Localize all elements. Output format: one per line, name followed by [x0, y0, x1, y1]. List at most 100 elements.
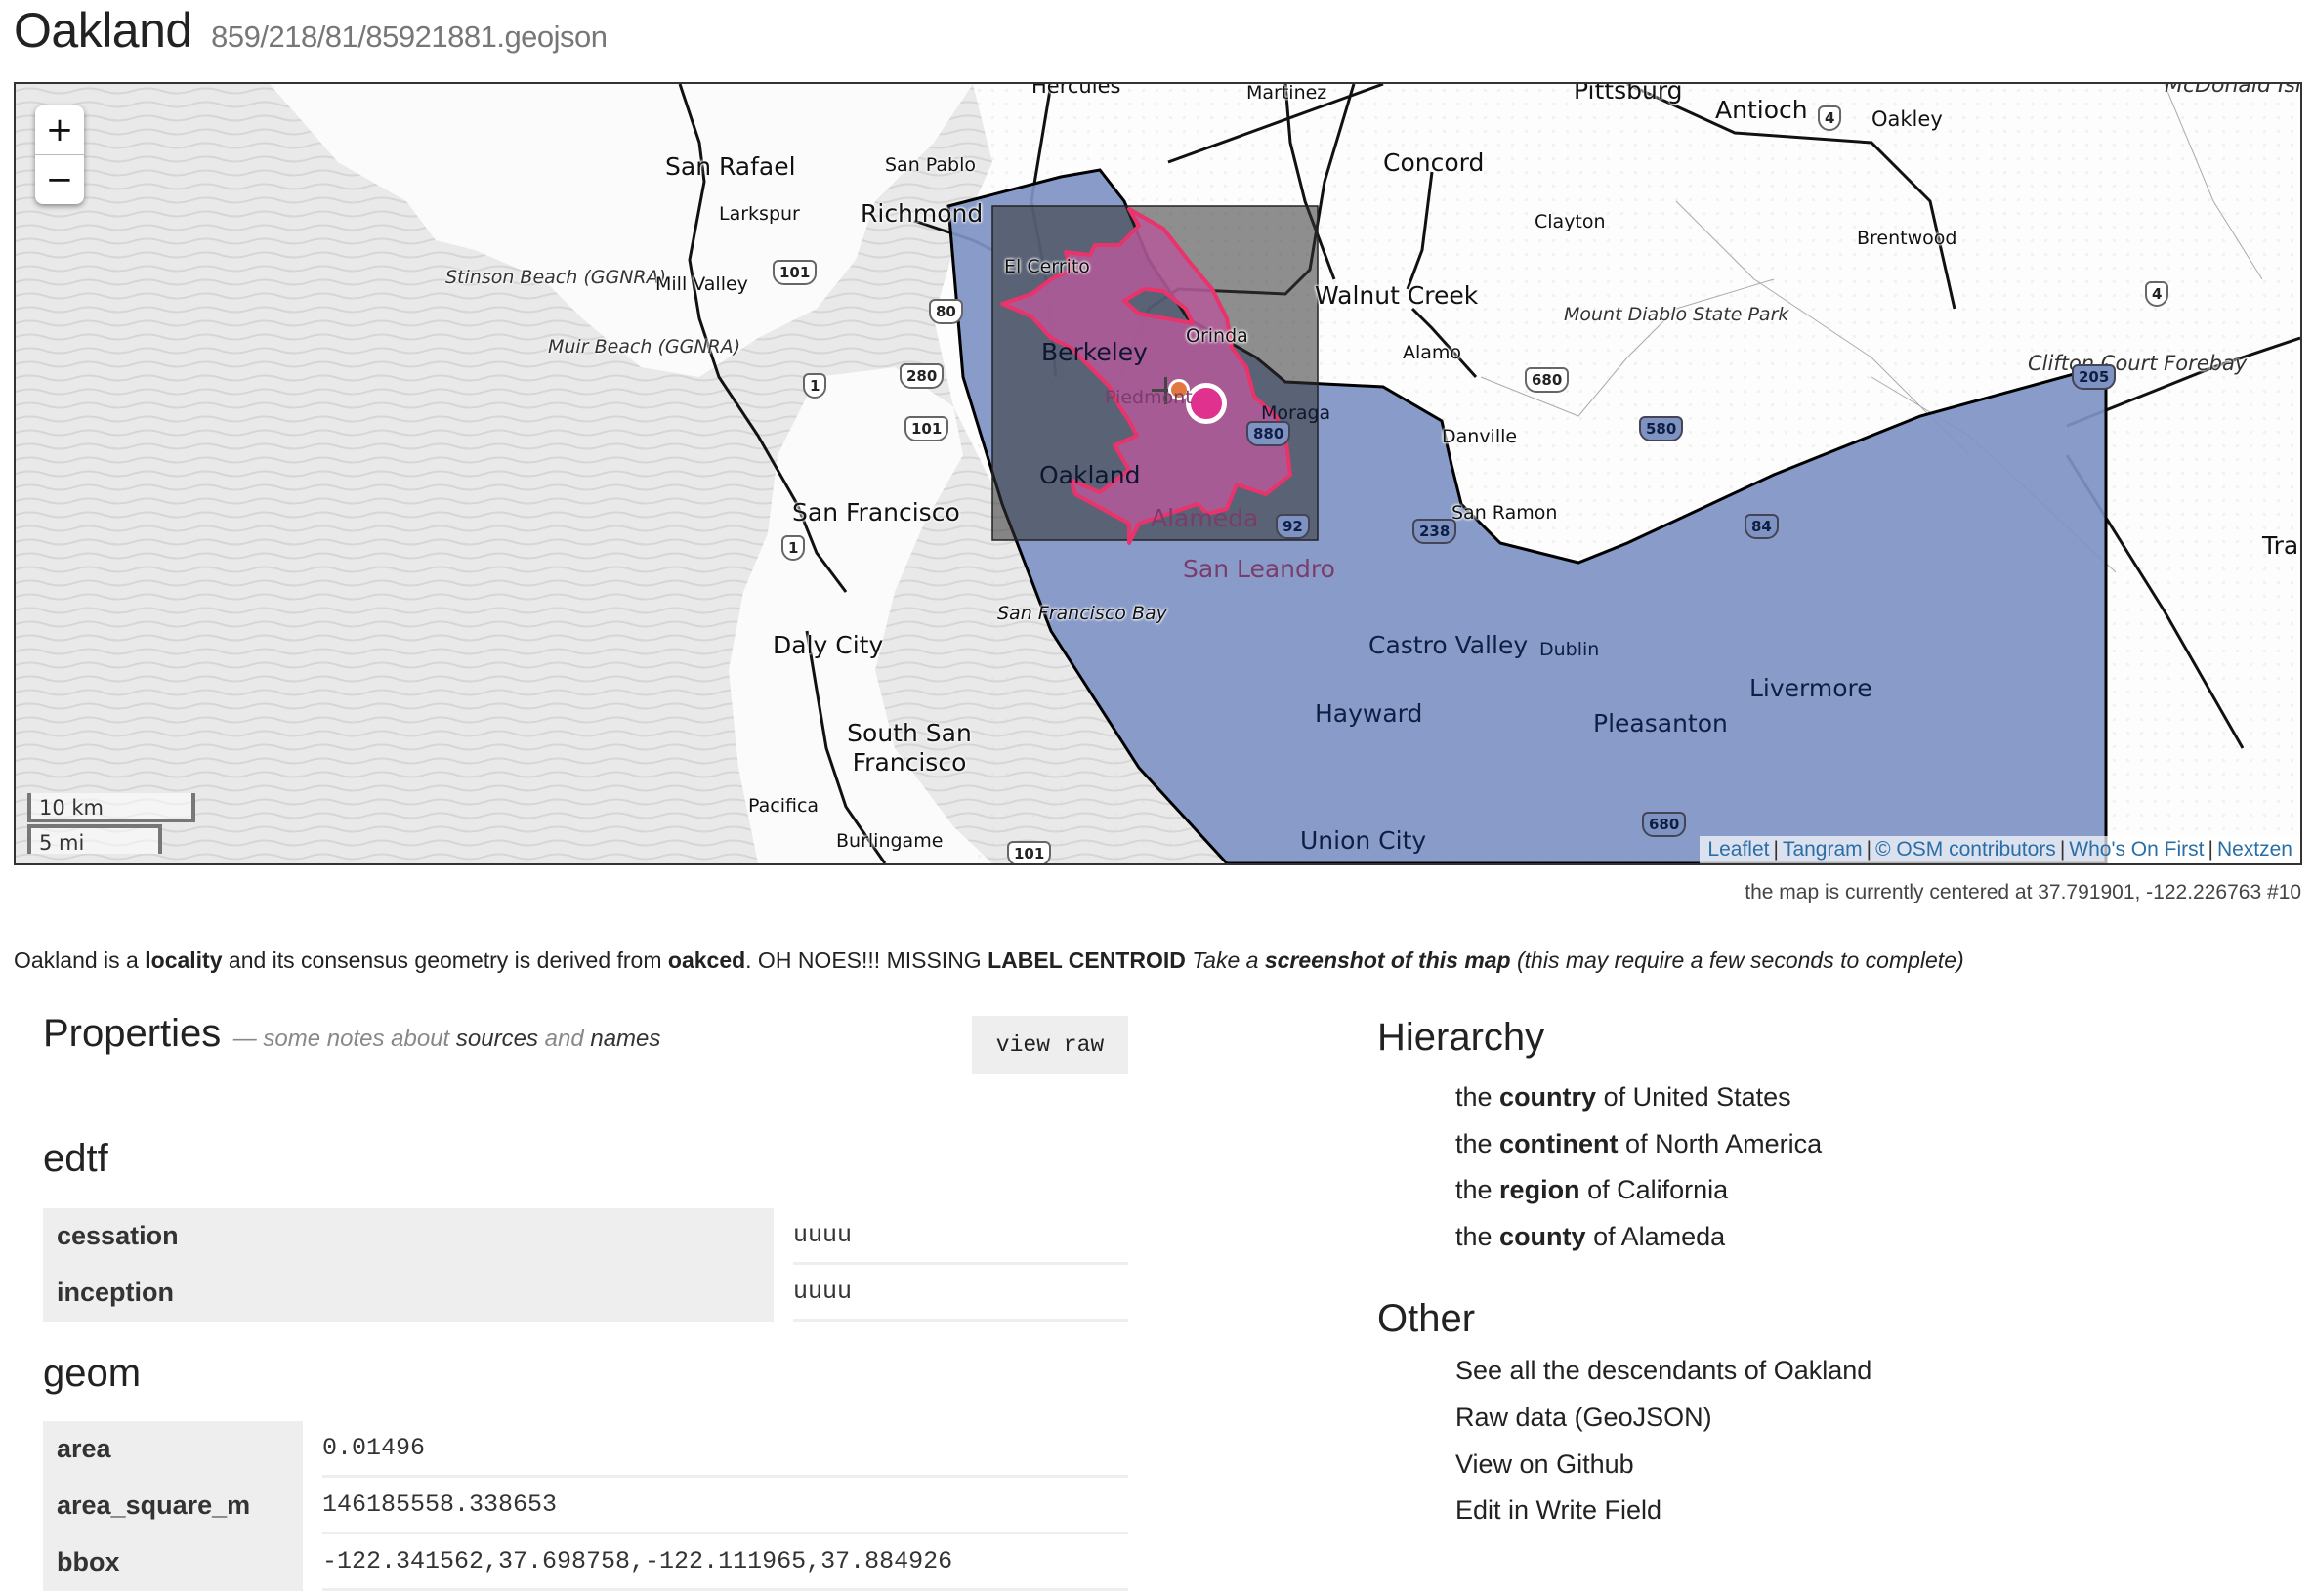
view-raw-button[interactable]: view raw: [972, 1016, 1128, 1074]
map-label: San Ramon: [1451, 502, 1558, 524]
highway-shield: 680: [1642, 812, 1687, 837]
github-link[interactable]: View on Github: [1455, 1449, 1634, 1480]
map-label: Martinez: [1246, 82, 1327, 104]
map-label: Piedmont: [1105, 387, 1193, 408]
hierarchy-text: of: [1618, 1129, 1656, 1158]
map-label: Pacifica: [748, 795, 820, 817]
zoom-out-button[interactable]: −: [35, 154, 84, 204]
place-description: Oakland is a locality and its consensus …: [14, 947, 1964, 974]
hierarchy-link[interactable]: North America: [1655, 1129, 1822, 1158]
map-label: Richmond: [861, 199, 984, 228]
map-label: Castro Valley: [1368, 631, 1529, 659]
property-value: 0.01496: [322, 1421, 1128, 1478]
map-label: Livermore: [1749, 674, 1872, 702]
notes-text: — some notes about: [232, 1026, 456, 1052]
highway-shield: 101: [904, 416, 949, 441]
highway-shield: 92: [1276, 514, 1310, 539]
hierarchy-text: of: [1585, 1222, 1621, 1251]
attribution-wof-link[interactable]: Who's On First: [2069, 838, 2204, 861]
map-label: Alamo: [1403, 342, 1462, 363]
attribution-nextzen-link[interactable]: Nextzen: [2217, 838, 2292, 861]
property-value: 146185558.338653: [322, 1478, 1128, 1534]
property-key: bbox: [43, 1534, 303, 1591]
map-label: San Francisco Bay: [997, 603, 1167, 624]
highway-shield: 4: [2145, 281, 2169, 307]
map[interactable]: Hercules Martinez Pittsburg Antioch Oakl…: [14, 82, 2302, 865]
desc-text: Oakland is a: [14, 947, 146, 973]
descendants-link[interactable]: See all the descendants of Oakland: [1455, 1356, 1871, 1386]
map-label: Dublin: [1539, 639, 1600, 660]
write-field-link[interactable]: Edit in Write Field: [1455, 1495, 1661, 1526]
map-attribution: Leaflet | Tangram | © OSM contributors | Who's…: [1700, 836, 2300, 863]
map-label: Brentwood: [1857, 228, 1957, 249]
map-label: Union City: [1300, 826, 1427, 855]
attribution-leaflet-link[interactable]: Leaflet: [1707, 838, 1769, 861]
hierarchy-text: the: [1455, 1175, 1500, 1204]
highway-shield: 680: [1525, 367, 1570, 393]
map-label: Berkeley: [1041, 338, 1148, 366]
highway-shield: 580: [1639, 416, 1684, 441]
highway-shield: 80: [929, 299, 963, 324]
notes-sources-link[interactable]: sources: [456, 1026, 538, 1052]
properties-title: Properties: [43, 1012, 222, 1055]
highway-shield: 4: [1818, 105, 1842, 131]
map-label: Larkspur: [719, 203, 800, 225]
map-label: Alameda: [1151, 504, 1259, 532]
raw-geojson-link[interactable]: Raw data (GeoJSON): [1455, 1403, 1712, 1433]
highway-shield: 1: [803, 373, 827, 399]
hierarchy-link[interactable]: California: [1617, 1175, 1728, 1204]
highway-shield: 280: [900, 363, 945, 389]
page-title: Oakland 859/218/81/85921881.geojson: [14, 2, 608, 59]
map-label: Tra: [2262, 531, 2299, 560]
map-label: San Francisco: [792, 498, 960, 526]
highway-shield: 101: [773, 260, 818, 285]
hierarchy-link[interactable]: Alameda: [1621, 1222, 1726, 1251]
hierarchy-placetype: country: [1499, 1082, 1597, 1112]
property-row: area_square_m 146185558.338653: [43, 1478, 1128, 1534]
property-key: cessation: [43, 1208, 774, 1265]
zoom-control: + −: [35, 105, 84, 204]
placetype: locality: [145, 947, 223, 973]
map-label: Walnut Creek: [1315, 281, 1479, 310]
map-label: Muir Beach (GGNRA): [548, 336, 741, 357]
highway-shield: 101: [1007, 841, 1052, 863]
map-label: Oakland: [1039, 461, 1141, 489]
desc-text: (this may require a few seconds to compl…: [1510, 947, 1964, 973]
screenshot-link[interactable]: screenshot of this map: [1265, 947, 1511, 973]
hierarchy-link[interactable]: United States: [1633, 1082, 1791, 1112]
highway-shield: 84: [1745, 514, 1779, 539]
property-key: area_square_m: [43, 1478, 303, 1534]
attribution-osm-link[interactable]: © OSM contributors: [1875, 838, 2056, 861]
hierarchy-text: of: [1579, 1175, 1618, 1204]
map-label: Clayton: [1535, 211, 1606, 232]
section-heading-edtf: edtf: [43, 1137, 108, 1180]
hierarchy-text: the: [1455, 1129, 1500, 1158]
map-label: El Cerrito: [1004, 256, 1090, 277]
map-label: Orinda: [1186, 325, 1248, 347]
hierarchy-title: Hierarchy: [1377, 1016, 1545, 1059]
map-label: McDonald Island: [2165, 82, 2300, 98]
map-label: Stinson Beach (GGNRA): [445, 267, 667, 288]
property-row: bbox -122.341562,37.698758,-122.111965,3…: [43, 1534, 1128, 1591]
map-label: San Leandro: [1183, 555, 1335, 583]
section-heading-geom: geom: [43, 1352, 142, 1395]
property-row: cessation uuuu: [43, 1208, 1128, 1265]
desc-text: Take a: [1192, 947, 1265, 973]
map-label: Pleasanton: [1593, 709, 1728, 737]
zoom-in-button[interactable]: +: [35, 105, 84, 154]
notes-names-link[interactable]: names: [590, 1026, 660, 1052]
map-label: Pittsburg: [1574, 82, 1683, 105]
property-value: -122.341562,37.698758,-122.111965,37.884…: [322, 1534, 1128, 1591]
scale-mi: 5 mi: [27, 824, 162, 855]
property-key: inception: [43, 1265, 774, 1322]
highway-shield: 1: [781, 535, 806, 561]
hierarchy-placetype: region: [1499, 1175, 1580, 1204]
place-name: Oakland: [14, 3, 192, 58]
map-label: Hayward: [1315, 699, 1423, 728]
map-label: Danville: [1442, 426, 1518, 447]
desc-text: . OH NOES!!! MISSING: [745, 947, 988, 973]
map-label: Daly City: [773, 631, 884, 659]
missing-label-centroid: LABEL CENTROID: [988, 947, 1186, 973]
attribution-tangram-link[interactable]: Tangram: [1783, 838, 1863, 861]
property-row: inception uuuu: [43, 1265, 1128, 1322]
